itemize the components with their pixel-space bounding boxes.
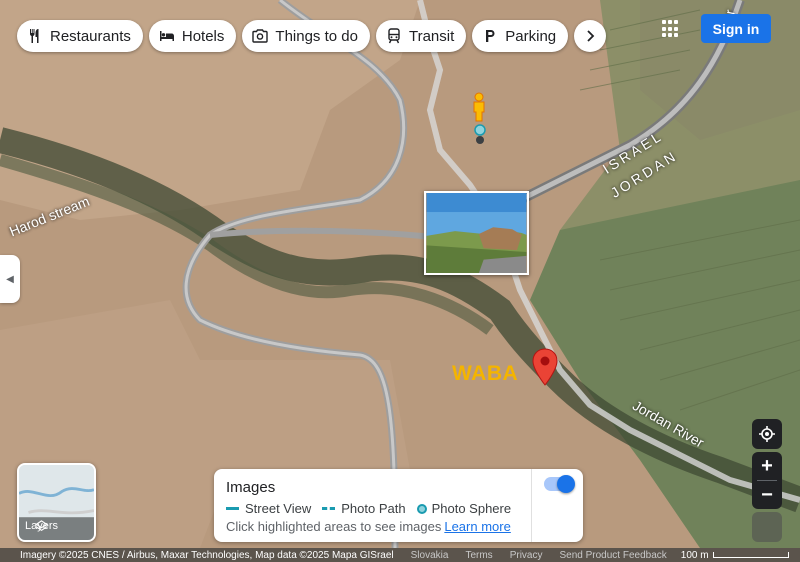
train-icon [388,28,400,44]
bed-icon [159,31,174,41]
attribution: Imagery ©2025 CNES / Airbus, Maxar Techn… [20,549,394,561]
pegman-dock[interactable] [752,512,782,542]
scale-label[interactable]: 100 m [681,550,709,561]
region-link[interactable]: Slovakia [411,550,449,561]
apps-grid-icon[interactable] [662,20,680,38]
images-panel: Images Street View Photo Path Photo Sphe… [214,469,583,542]
chip-restaurants[interactable]: Restaurants [17,20,143,52]
map-view[interactable]: Harod stream ISRAEL JORDAN Jordan River … [0,0,800,562]
chip-transit[interactable]: Transit [375,20,467,52]
chip-things-to-do[interactable]: Things to do [242,20,370,52]
photo-path-line-icon [322,507,336,510]
learn-more-link[interactable]: Learn more [444,519,510,534]
pegman-icon[interactable] [470,92,488,122]
collapse-side-panel-button[interactable]: ◀ [0,255,20,303]
chip-label: Things to do [275,27,358,45]
chip-hotels[interactable]: Hotels [148,20,237,52]
parking-icon [486,30,495,42]
chip-label: Restaurants [50,27,131,45]
chip-label: Hotels [181,27,225,45]
fork-knife-icon [30,29,39,43]
images-title: Images [226,479,276,496]
pin-label[interactable]: WABA [452,362,518,386]
photo-sphere-icon [416,503,427,514]
more-chips-button[interactable] [574,20,607,52]
location-pin-icon[interactable] [532,348,558,386]
category-chips: Restaurants Hotels Things to do Transit … [17,20,607,52]
camera-icon [252,29,269,43]
images-legend: Street View Photo Path Photo Sphere [226,501,522,516]
layers-button[interactable]: Layers [17,463,96,542]
chip-label: Transit [408,27,455,45]
layers-label: Layers [25,520,59,532]
images-hint: Click highlighted areas to see images Lea… [226,519,511,534]
chevron-left-icon: ◀ [6,273,14,285]
legend-photo-sphere: Photo Sphere [416,501,511,516]
terms-link[interactable]: Terms [465,550,492,561]
zoom-controls: + − [752,452,782,509]
plus-icon: + [761,454,773,477]
photo-sphere-dot[interactable] [473,124,487,146]
toggle-knob [557,475,575,493]
chip-label: Parking [505,27,557,45]
scale-bar [712,552,789,558]
legend-photo-path: Photo Path [322,501,406,516]
chip-parking[interactable]: Parking [472,20,569,52]
chevron-right-icon [587,30,595,42]
minus-icon: − [761,483,773,506]
map-footer: Imagery ©2025 CNES / Airbus, Maxar Techn… [0,548,800,562]
sign-in-button[interactable]: Sign in [701,14,771,43]
crosshair-icon [759,426,775,442]
images-toggle[interactable] [544,475,575,493]
privacy-link[interactable]: Privacy [510,550,543,561]
legend-street-view: Street View [226,501,311,516]
zoom-out-button[interactable]: − [752,481,782,509]
feedback-link[interactable]: Send Product Feedback [559,550,666,561]
zoom-in-button[interactable]: + [752,452,782,480]
photo-thumbnail[interactable] [424,191,529,275]
panel-divider [531,469,532,542]
street-view-line-icon [226,507,239,510]
layers-stack-icon [35,520,48,531]
my-location-button[interactable] [752,419,782,449]
